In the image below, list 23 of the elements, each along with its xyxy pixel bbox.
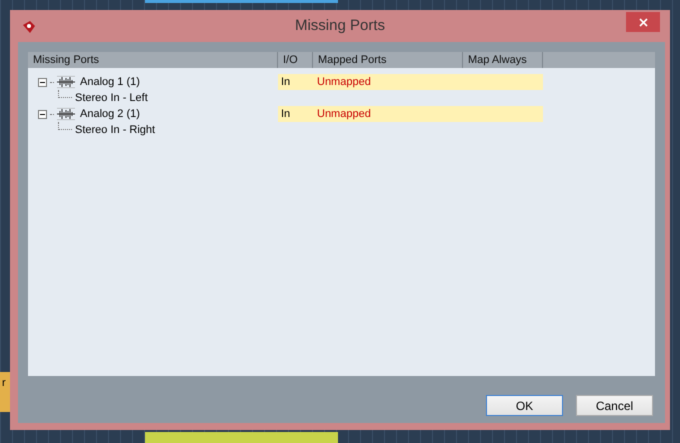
column-header[interactable]: Mapped Ports <box>313 52 463 68</box>
column-header[interactable]: Map Always <box>463 52 543 68</box>
dialog-button[interactable]: Cancel <box>576 395 653 416</box>
audio-wave-icon <box>57 108 75 120</box>
channel-name[interactable]: Stereo In - Left <box>75 90 148 106</box>
audio-wave-icon <box>57 76 75 88</box>
collapse-toggle-icon[interactable] <box>38 78 47 86</box>
close-button[interactable] <box>626 12 660 32</box>
clip-label: r <box>2 378 6 389</box>
column-header[interactable]: I/O <box>278 52 313 68</box>
mapped-port-cell[interactable]: Unmapped <box>313 74 371 90</box>
io-cell-text: In <box>280 74 292 90</box>
port-name[interactable]: Analog 1 (1) <box>80 74 140 90</box>
close-icon <box>638 18 648 26</box>
mapped-port-cell[interactable]: Unmapped <box>313 106 371 122</box>
dialog-button[interactable]: OK <box>486 395 563 416</box>
collapse-toggle-icon[interactable] <box>38 110 47 118</box>
port-name[interactable]: Analog 2 (1) <box>80 106 140 122</box>
io-cell-text: In <box>280 106 292 122</box>
app-logo-icon <box>22 20 36 34</box>
window-title: Missing Ports <box>294 16 386 36</box>
column-header[interactable]: Missing Ports <box>28 52 278 68</box>
channel-name[interactable]: Stereo In - Right <box>75 122 156 138</box>
